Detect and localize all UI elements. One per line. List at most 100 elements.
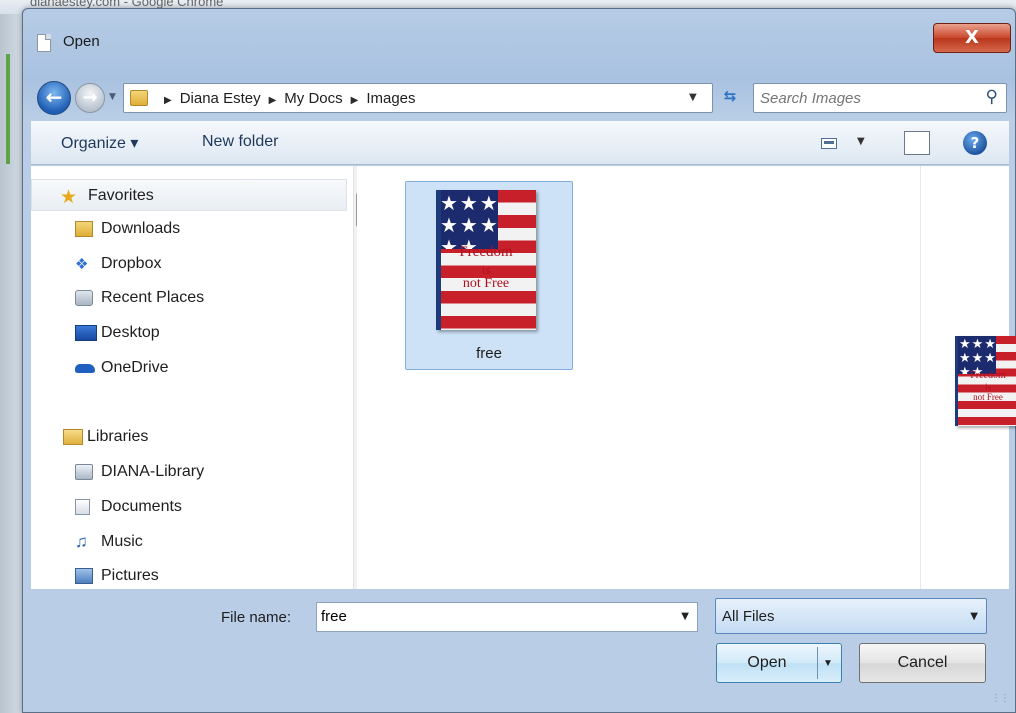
help-icon[interactable]: ? (963, 131, 987, 155)
nav-item-documents[interactable]: Documents (31, 491, 347, 523)
nav-item-libraries[interactable]: Libraries (31, 421, 347, 453)
back-button[interactable]: ← (37, 81, 71, 115)
refresh-button[interactable]: ⇆ (715, 87, 745, 111)
preview-pane: ★★★ ★★★ ★★ Freedom is not Free (920, 166, 1016, 589)
nav-item-label: Pictures (101, 567, 159, 584)
split-divider (817, 647, 818, 679)
breadcrumb-separator-icon[interactable]: ▶ (164, 95, 172, 106)
background-stripe (6, 54, 10, 164)
nav-item-label: Documents (101, 498, 182, 515)
file-item[interactable]: ★★★ ★★★ ★★ Freedom is not Free free (405, 181, 573, 370)
open-dialog: Open X ← → ▼ ▶ Diana Estey ▶ My Docs ▶ Images… (22, 8, 1016, 713)
recent-locations-dropdown[interactable]: ▼ (109, 92, 121, 104)
refresh-icon: ⇆ (723, 87, 737, 105)
breadcrumb-separator-icon[interactable]: ▶ (269, 95, 277, 106)
open-options-dropdown-icon[interactable]: ▼ (823, 645, 833, 683)
file-list: ★★★ ★★★ ★★ Freedom is not Free free (373, 166, 920, 589)
file-type-value: All Files (722, 608, 775, 625)
file-name-combobox[interactable]: ▼ (316, 602, 698, 632)
breadcrumb-item[interactable]: Diana Estey (180, 90, 261, 107)
navigation-pane: ★ Favorites Downloads ❖ Dropbox Recent P… (31, 166, 357, 589)
close-button[interactable]: X (933, 23, 1011, 53)
address-bar[interactable]: ▶ Diana Estey ▶ My Docs ▶ Images ▼ (123, 83, 713, 113)
nav-item-downloads[interactable]: Downloads (31, 213, 347, 245)
navigation-scrollbar[interactable]: ▲ ▼ (353, 166, 357, 589)
chevron-down-icon[interactable]: ▼ (681, 611, 689, 622)
forward-button[interactable]: → (75, 83, 105, 113)
file-name-label: File name: (221, 609, 292, 626)
recent-places-icon (75, 290, 93, 306)
new-folder-button[interactable]: New folder (202, 133, 278, 151)
flag-stars: ★★★ ★★★ ★★ (955, 336, 996, 374)
search-icon[interactable]: ⚲ (986, 87, 998, 107)
nav-item-dropbox[interactable]: ❖ Dropbox (31, 248, 347, 280)
address-row: ← → ▼ ▶ Diana Estey ▶ My Docs ▶ Images ▼ ⇆ ⚲ (23, 75, 1015, 121)
content-area: ★ Favorites Downloads ❖ Dropbox Recent P… (31, 166, 1016, 589)
chevron-down-icon: ▼ (109, 92, 116, 102)
pictures-icon (75, 568, 93, 584)
documents-icon (75, 499, 90, 515)
nav-item-label: Desktop (101, 324, 160, 341)
search-box[interactable]: ⚲ (753, 83, 1007, 113)
dropbox-icon: ❖ (75, 256, 89, 273)
breadcrumb-separator-icon[interactable]: ▶ (351, 95, 359, 106)
file-name-input[interactable] (321, 608, 661, 625)
folder-icon (130, 90, 148, 106)
image-thumbnail: ★★★ ★★★ ★★ Freedom is not Free (436, 190, 536, 330)
thumbnail-text: not Free (462, 276, 510, 291)
scrollbar-thumb[interactable] (356, 193, 357, 227)
preview-text: not Free (973, 392, 1003, 402)
star-icon: ★ (60, 187, 78, 208)
libraries-icon (63, 429, 83, 445)
chevron-down-icon: ▼ (970, 611, 978, 622)
nav-item-favorites[interactable]: ★ Favorites (31, 179, 347, 211)
music-icon: ♫ (75, 532, 88, 551)
breadcrumb-item[interactable]: My Docs (284, 90, 342, 107)
nav-item-label: Favorites (88, 187, 154, 204)
preview-image: ★★★ ★★★ ★★ Freedom is not Free (955, 336, 1016, 426)
resize-grip-icon[interactable]: ⋮⋮ (991, 693, 1010, 704)
nav-item-diana-library[interactable]: DIANA-Library (31, 456, 347, 488)
onedrive-icon (75, 364, 95, 373)
file-name: free (476, 345, 502, 362)
flag-edge (955, 336, 959, 426)
file-type-select[interactable]: All Files ▼ (715, 598, 987, 634)
cancel-button[interactable]: Cancel (859, 643, 986, 683)
thumbnail-text: Freedom (459, 244, 513, 260)
nav-item-recent-places[interactable]: Recent Places (31, 282, 347, 314)
nav-item-label: OneDrive (101, 359, 169, 376)
desktop-icon (75, 325, 97, 341)
nav-item-label: Downloads (101, 220, 181, 237)
downloads-folder-icon (75, 221, 93, 237)
open-button[interactable]: Open ▼ (716, 643, 842, 683)
search-input[interactable] (760, 88, 970, 108)
nav-item-label: Recent Places (101, 289, 205, 306)
nav-item-desktop[interactable]: Desktop (31, 317, 347, 349)
dialog-title: Open (63, 33, 100, 50)
preview-pane-icon[interactable] (904, 131, 930, 155)
preview-text: Freedom (970, 370, 1006, 381)
open-button-label: Open (747, 654, 787, 671)
forward-arrow-icon: → (82, 87, 98, 108)
address-dropdown-icon[interactable]: ▼ (689, 92, 697, 103)
flag-stars: ★★★ ★★★ ★★ (436, 190, 498, 249)
document-icon (37, 34, 51, 52)
dialog-titlebar[interactable]: Open X (23, 9, 1015, 73)
breadcrumb-item[interactable]: Images (366, 90, 415, 107)
nav-item-label: Music (101, 533, 143, 550)
nav-item-pictures[interactable]: Pictures (31, 560, 347, 589)
nav-item-label: DIANA-Library (101, 463, 205, 480)
command-toolbar: Organize ▾ New folder ▼ ? (31, 121, 1009, 165)
breadcrumb: ▶ Diana Estey ▶ My Docs ▶ Images (156, 90, 416, 107)
change-view-icon[interactable] (821, 138, 837, 149)
library-icon (75, 464, 93, 480)
back-arrow-icon: ← (45, 85, 63, 109)
background-browser-edge (0, 14, 24, 713)
nav-item-label: Dropbox (101, 255, 162, 272)
nav-item-label: Libraries (87, 428, 149, 445)
organize-button[interactable]: Organize ▾ (61, 133, 138, 153)
nav-item-music[interactable]: ♫ Music (31, 526, 347, 558)
view-options-dropdown-icon[interactable]: ▼ (857, 136, 865, 147)
nav-item-onedrive[interactable]: OneDrive (31, 352, 347, 384)
preview-text: is (984, 382, 991, 392)
